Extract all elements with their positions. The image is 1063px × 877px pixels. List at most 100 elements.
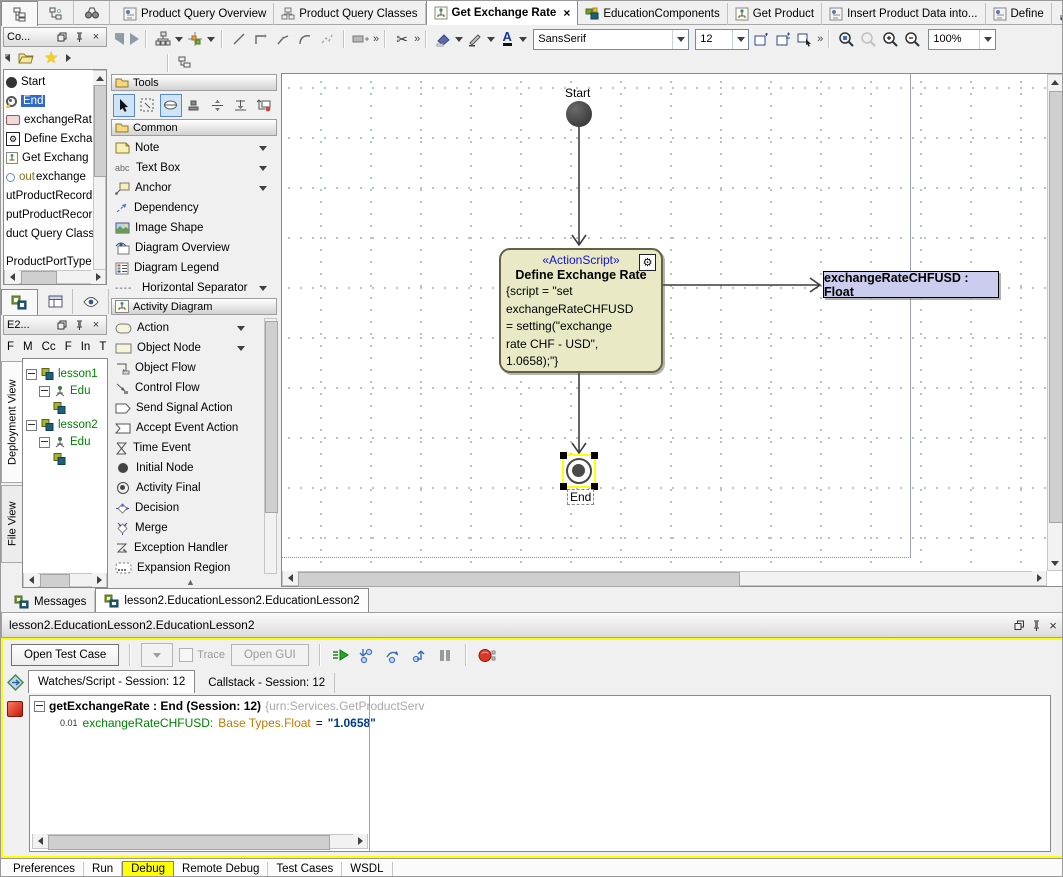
more-insert-icon[interactable]: » bbox=[817, 33, 822, 45]
scroll-down-icon[interactable] bbox=[1048, 556, 1062, 570]
insert-shape-forward-icon[interactable] bbox=[751, 29, 771, 49]
item-dropdown-icon[interactable] bbox=[259, 286, 267, 291]
palette-item-anchor[interactable]: Anchor bbox=[113, 178, 275, 198]
swap-tool[interactable] bbox=[253, 94, 275, 117]
expander-icon[interactable] bbox=[26, 369, 37, 380]
item-dropdown-icon[interactable] bbox=[259, 146, 267, 151]
select-shape-icon[interactable] bbox=[795, 29, 815, 49]
scroll-right-icon[interactable] bbox=[1032, 571, 1046, 585]
activity-final-node[interactable] bbox=[566, 458, 592, 484]
vertical-tab-file-view[interactable]: File View bbox=[1, 485, 24, 563]
tree-item-productporttype[interactable]: ProductPortType bbox=[6, 253, 94, 271]
tab-callstack[interactable]: Callstack - Session: 12 bbox=[199, 673, 335, 693]
tree-item-clipped-2[interactable]: putProductRecor bbox=[6, 206, 94, 224]
tab-search[interactable] bbox=[74, 1, 110, 25]
run-icon[interactable] bbox=[331, 645, 351, 665]
selection-handle[interactable] bbox=[560, 452, 567, 459]
palette-item-object-node[interactable]: Object Node bbox=[113, 338, 263, 358]
initial-node[interactable] bbox=[566, 101, 592, 127]
deploy-item-lesson1[interactable]: lesson1 bbox=[26, 365, 106, 383]
tree-item-define-exchange[interactable]: ⚙ Define Excha bbox=[6, 130, 94, 148]
open-folder-icon[interactable] bbox=[18, 51, 36, 65]
selection-handle[interactable] bbox=[591, 452, 598, 459]
close-tab-icon[interactable]: × bbox=[563, 8, 570, 18]
tab-messages[interactable]: Messages bbox=[6, 591, 95, 612]
open-test-case-button[interactable]: Open Test Case bbox=[11, 644, 119, 666]
tree-item-clipped-1[interactable]: utProductRecord bbox=[6, 187, 94, 205]
palette-item-horizontal-separator[interactable]: ---- Horizontal Separator bbox=[113, 278, 275, 298]
forward-icon[interactable] bbox=[130, 33, 139, 45]
fill-color-icon[interactable] bbox=[433, 29, 453, 49]
restore-panel-icon[interactable] bbox=[1012, 619, 1026, 632]
palette-item-exception-handler[interactable]: Exception Handler bbox=[113, 538, 263, 558]
scroll-left-icon[interactable] bbox=[33, 834, 47, 848]
palette-item-decision[interactable]: Decision bbox=[113, 498, 263, 518]
view-tab-f1[interactable]: F bbox=[7, 341, 14, 353]
pin-panel-icon[interactable] bbox=[1029, 619, 1043, 632]
doc-tab-insert-product-data[interactable]: Insert Product Data into... bbox=[822, 3, 985, 25]
palette-item-dependency[interactable]: Dependency bbox=[113, 198, 275, 218]
palette-item-diagram-legend[interactable]: Diagram Legend bbox=[113, 258, 275, 278]
selection-handle[interactable] bbox=[560, 483, 567, 490]
palette-item-control-flow[interactable]: Control Flow bbox=[113, 378, 263, 398]
watches-hscrollbar[interactable] bbox=[32, 834, 368, 849]
compress-tool[interactable] bbox=[229, 94, 251, 117]
canvas-hscrollbar[interactable] bbox=[282, 571, 1047, 586]
zoom-out-icon[interactable] bbox=[902, 29, 922, 49]
deploy-item-cubes2[interactable] bbox=[53, 450, 103, 468]
line-style-straight-icon[interactable] bbox=[229, 29, 249, 49]
doc-tab-product-query-overview[interactable]: Product Query Overview bbox=[116, 3, 274, 25]
palette-activity-header[interactable]: Activity Diagram bbox=[111, 298, 277, 315]
palette-scroll-up-icon[interactable]: ▲ bbox=[186, 577, 195, 587]
scroll-right-icon[interactable] bbox=[91, 270, 105, 284]
doc-tab-product-query-classes[interactable]: Product Query Classes bbox=[274, 3, 425, 25]
font-color-icon[interactable]: A bbox=[497, 29, 517, 49]
doc-tab-educationcomponents[interactable]: EducationComponents bbox=[578, 3, 727, 25]
trace-checkbox-group[interactable]: Trace bbox=[179, 648, 225, 662]
watches-split-divider[interactable] bbox=[369, 696, 370, 852]
history-forward-icon[interactable] bbox=[66, 54, 71, 62]
palette-item-send-signal[interactable]: Send Signal Action bbox=[113, 398, 263, 418]
trace-checkbox[interactable] bbox=[179, 648, 193, 662]
zoom-level-combo[interactable]: 100% bbox=[928, 29, 996, 50]
tree-item-clipped-3[interactable]: duct Query Classe bbox=[6, 225, 94, 243]
scissors-icon[interactable]: ✂ bbox=[392, 29, 412, 49]
step-over-icon[interactable] bbox=[383, 645, 403, 665]
palette-tools-header[interactable]: Tools bbox=[111, 74, 277, 91]
expander-icon[interactable] bbox=[34, 701, 45, 712]
palette-scrollbar[interactable] bbox=[264, 318, 277, 574]
view-tab-in[interactable]: In bbox=[81, 341, 91, 353]
zoom-fit-icon[interactable] bbox=[836, 29, 856, 49]
step-out-icon[interactable] bbox=[409, 645, 429, 665]
palette-common-header[interactable]: Common bbox=[111, 119, 277, 136]
scroll-left-icon[interactable] bbox=[24, 573, 38, 587]
watch-root-row[interactable]: getExchangeRate : End (Session: 12) {urn… bbox=[30, 696, 1050, 713]
perspective-run[interactable]: Run bbox=[84, 862, 122, 876]
font-size-combo[interactable]: 12 bbox=[695, 29, 749, 50]
pin-panel-icon[interactable] bbox=[72, 31, 86, 44]
perspective-preferences[interactable]: Preferences bbox=[5, 862, 84, 876]
perspective-remote-debug[interactable]: Remote Debug bbox=[174, 862, 268, 876]
canvas-vscrollbar[interactable] bbox=[1047, 74, 1063, 571]
tab-containment[interactable] bbox=[1, 1, 38, 26]
open-gui-button[interactable]: Open GUI bbox=[231, 644, 309, 666]
watch-child-row[interactable]: 0.01 exchangeRateCHFUSD: Base Types.Floa… bbox=[30, 713, 1050, 730]
item-dropdown-icon[interactable] bbox=[237, 326, 245, 331]
expander-icon[interactable] bbox=[39, 386, 50, 397]
view-tab-t[interactable]: T bbox=[99, 341, 106, 353]
expander-icon[interactable] bbox=[26, 420, 37, 431]
more-edit-icon[interactable]: » bbox=[414, 33, 419, 45]
object-node-exchangerate[interactable]: exchangeRateCHFUSD : Float bbox=[823, 271, 999, 298]
palette-item-initial-node[interactable]: Initial Node bbox=[113, 458, 263, 478]
tab-structure[interactable]: o bbox=[38, 1, 74, 25]
tree-item-out-exchange[interactable]: out exchange bbox=[6, 168, 94, 186]
deploy-item-edu1[interactable]: Edu bbox=[39, 382, 106, 400]
scroll-left-icon[interactable] bbox=[283, 571, 297, 585]
close-panel-icon[interactable]: × bbox=[1046, 619, 1060, 632]
palette-item-accept-event[interactable]: Accept Event Action bbox=[113, 418, 263, 438]
font-color-dropdown-icon[interactable] bbox=[519, 37, 527, 42]
scroll-up-icon[interactable] bbox=[93, 71, 107, 85]
stamp-tool[interactable] bbox=[183, 94, 205, 117]
palette-item-note[interactable]: Note bbox=[113, 138, 275, 158]
test-case-dropdown[interactable] bbox=[141, 643, 173, 667]
